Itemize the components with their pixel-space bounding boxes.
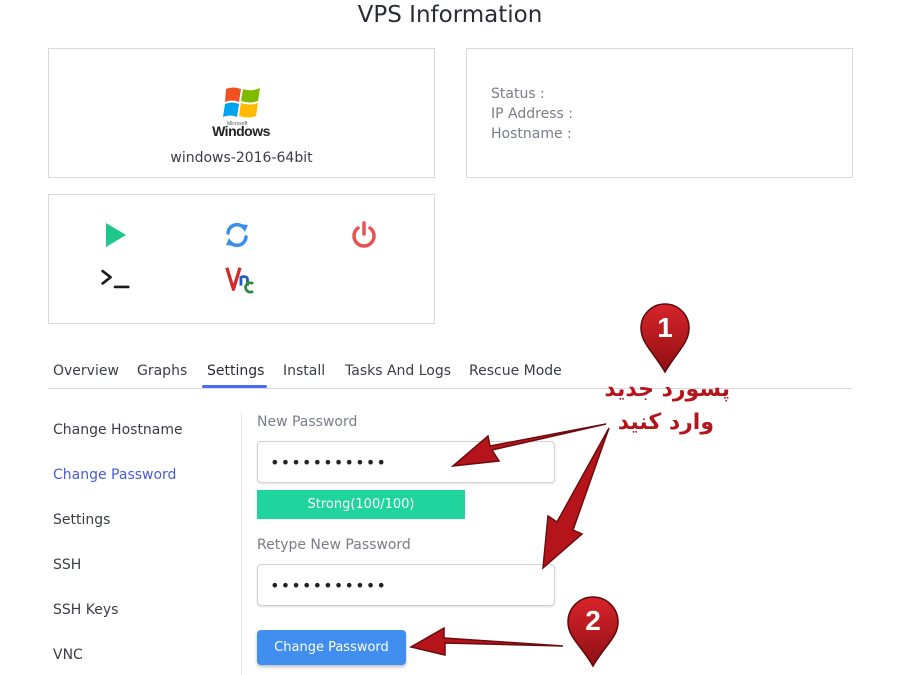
- console-icon: [101, 269, 130, 289]
- server-info-card: Status : IP Address : Hostname :: [466, 48, 853, 178]
- password-strength-bar: Strong(100/100): [257, 490, 465, 519]
- refresh-icon: [226, 222, 248, 248]
- active-tab-indicator: [202, 385, 267, 388]
- vnc-button[interactable]: [225, 264, 255, 294]
- ip-address-label: IP Address :: [491, 106, 573, 122]
- pin-1-number: 1: [657, 312, 673, 343]
- os-name: windows-2016-64bit: [170, 150, 313, 166]
- sidebar-item-ssh-keys[interactable]: SSH Keys: [53, 602, 118, 618]
- play-icon: [106, 223, 126, 247]
- os-card: Microsoft Windows windows-2016-64bit: [48, 48, 435, 178]
- sidebar-item-ssh[interactable]: SSH: [53, 557, 81, 573]
- power-icon: [352, 221, 376, 248]
- tab-rescue-mode[interactable]: Rescue Mode: [469, 363, 562, 379]
- new-password-label: New Password: [257, 414, 358, 430]
- tab-overview[interactable]: Overview: [53, 363, 119, 379]
- tab-settings[interactable]: Settings: [207, 363, 264, 379]
- annotation-note-line-1: پسورد جدید: [604, 377, 730, 402]
- actions-card: [48, 194, 435, 324]
- hostname-label: Hostname :: [491, 126, 572, 142]
- new-password-input[interactable]: [257, 441, 555, 483]
- pin-2-number: 2: [585, 605, 601, 636]
- change-password-button[interactable]: Change Password: [257, 630, 406, 665]
- vnc-icon: [225, 267, 254, 294]
- tab-graphs[interactable]: Graphs: [137, 363, 187, 379]
- console-button[interactable]: [100, 264, 130, 294]
- sidebar-divider: [241, 413, 242, 675]
- windows-flag-icon: [223, 87, 260, 118]
- power-button[interactable]: [349, 220, 379, 250]
- annotation-note-line-2: وارد کنید: [617, 410, 714, 435]
- tab-install[interactable]: Install: [283, 363, 325, 379]
- retype-password-input[interactable]: [257, 564, 555, 606]
- sidebar-item-vnc[interactable]: VNC: [53, 647, 83, 663]
- arrow-to-change-password-button: [408, 626, 564, 656]
- windows-logo: Microsoft Windows: [211, 83, 271, 141]
- status-label: Status :: [491, 86, 545, 102]
- sidebar-item-change-password[interactable]: Change Password: [53, 467, 176, 483]
- sidebar-item-settings[interactable]: Settings: [53, 512, 110, 528]
- page-title: VPS Information: [357, 2, 543, 28]
- settings-tabs: Overview Graphs Settings Install Tasks A…: [48, 357, 853, 389]
- sidebar-item-change-hostname[interactable]: Change Hostname: [53, 422, 183, 438]
- os-brand: Windows: [212, 123, 270, 139]
- tab-tasks-and-logs[interactable]: Tasks And Logs: [345, 363, 451, 379]
- retype-password-label: Retype New Password: [257, 537, 411, 553]
- reboot-button[interactable]: [222, 220, 252, 250]
- start-button[interactable]: [100, 220, 130, 250]
